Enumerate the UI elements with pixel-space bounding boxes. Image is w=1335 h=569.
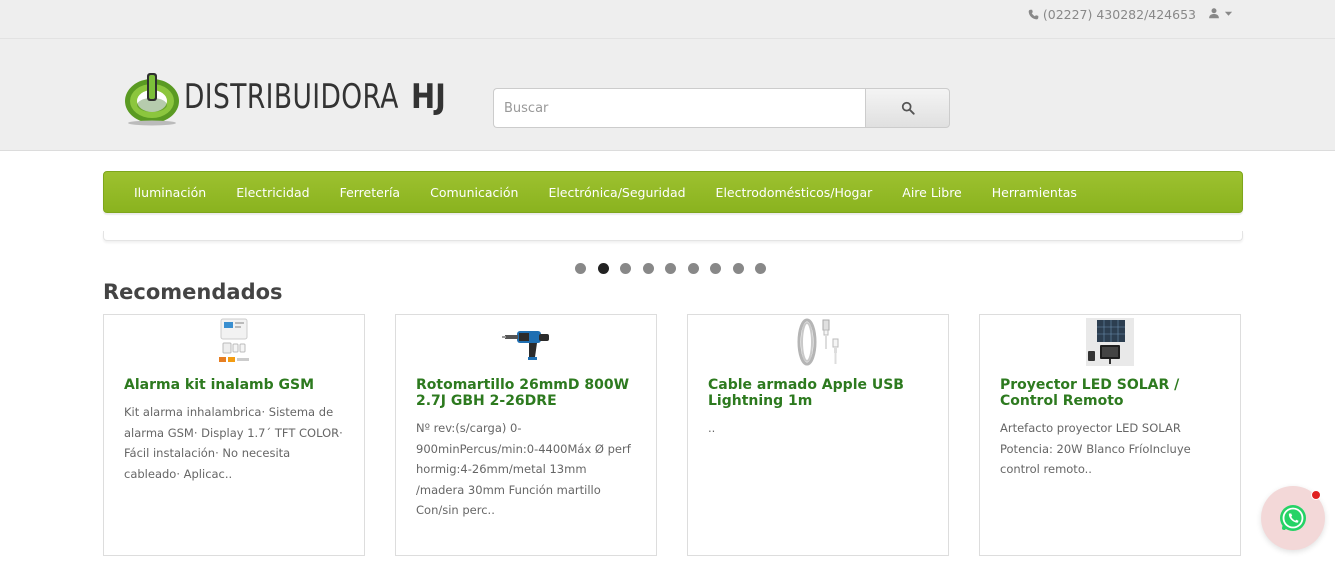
phone-contact: (02227) 430282/424653	[1028, 7, 1196, 22]
slider-pagination	[575, 263, 766, 274]
slider-dot[interactable]	[620, 263, 631, 274]
slider-dot[interactable]	[597, 263, 609, 274]
site-logo[interactable]: DISTRIBUIDORA HJ	[122, 67, 453, 127]
product-name[interactable]: Proyector LED SOLAR / Control Remoto	[1000, 377, 1220, 409]
usb-cable-image	[797, 318, 839, 366]
product-description: Kit alarma inhalambrica· Sistema de alar…	[124, 405, 343, 481]
product-name[interactable]: Alarma kit inalamb GSM	[124, 377, 344, 393]
menu-item-aire-libre[interactable]: Aire Libre	[887, 185, 976, 200]
menu-item-herramientas[interactable]: Herramientas	[977, 185, 1092, 200]
product-card: Alarma kit inalamb GSM Kit alarma inhala…	[103, 314, 365, 556]
search-icon	[901, 101, 915, 115]
product-thumb[interactable]	[980, 315, 1240, 367]
product-card: Rotomartillo 26mmD 800W 2.7J GBH 2-26DRE…	[395, 314, 657, 556]
search-form	[493, 88, 950, 128]
solar-led-projector-image	[1086, 318, 1134, 366]
phone-number: (02227) 430282/424653	[1042, 7, 1196, 22]
whatsapp-icon	[1280, 505, 1306, 531]
product-name[interactable]: Rotomartillo 26mmD 800W 2.7J GBH 2-26DRE	[416, 377, 636, 409]
product-grid: Alarma kit inalamb GSM Kit alarma inhala…	[103, 314, 1243, 556]
menu-item-electrodomesticos-hogar[interactable]: Electrodomésticos/Hogar	[701, 185, 888, 200]
menu-item-electricidad[interactable]: Electricidad	[221, 185, 324, 200]
slider-dot[interactable]	[755, 263, 766, 274]
menu-item-ferreteria[interactable]: Ferretería	[325, 185, 416, 200]
user-icon	[1209, 8, 1219, 19]
product-description: ..	[708, 421, 716, 435]
account-dropdown[interactable]	[1208, 7, 1233, 19]
slider-dot[interactable]	[642, 263, 654, 274]
slider-dot[interactable]	[687, 263, 699, 274]
banner-slider	[103, 231, 1243, 241]
top-bar: (02227) 430282/424653	[0, 0, 1335, 39]
site-header: DISTRIBUIDORA HJ	[0, 39, 1335, 151]
section-title: Recomendados	[103, 280, 283, 304]
caret-down-icon	[1224, 11, 1233, 16]
product-thumb[interactable]	[104, 315, 364, 367]
phone-icon	[1028, 9, 1039, 20]
product-name[interactable]: Cable armado Apple USB Lightning 1m	[708, 377, 928, 409]
slider-dot[interactable]	[665, 263, 676, 274]
menu-item-comunicacion[interactable]: Comunicación	[415, 185, 533, 200]
product-card: Proyector LED SOLAR / Control Remoto Art…	[979, 314, 1241, 556]
slider-dot[interactable]	[710, 263, 721, 274]
alarm-kit-image	[219, 318, 249, 362]
product-description: Artefacto proyector LED SOLAR Potencia: …	[1000, 421, 1191, 476]
logo-text: DISTRIBUIDORA HJ	[184, 77, 453, 117]
logo-word: DISTRIBUIDORA	[184, 77, 399, 117]
rotary-hammer-image	[502, 331, 549, 360]
slider-dot[interactable]	[732, 263, 744, 274]
power-logo-icon	[125, 73, 179, 126]
product-thumb[interactable]	[688, 315, 948, 367]
menu-item-iluminacion[interactable]: Iluminación	[119, 185, 221, 200]
search-input[interactable]	[493, 88, 865, 128]
product-description: Nº rev:(s/carga) 0-900minPercus/min:0-44…	[416, 421, 631, 517]
logo-hj: HJ	[411, 77, 447, 117]
notification-dot	[1311, 490, 1321, 500]
menu-item-electronica-seguridad[interactable]: Electrónica/Seguridad	[533, 185, 700, 200]
product-card: Cable armado Apple USB Lightning 1m ..	[687, 314, 949, 556]
slider-dot[interactable]	[575, 263, 586, 274]
search-button[interactable]	[865, 88, 950, 128]
main-menu: Iluminación Electricidad Ferretería Comu…	[103, 171, 1243, 213]
product-thumb[interactable]	[396, 315, 656, 367]
